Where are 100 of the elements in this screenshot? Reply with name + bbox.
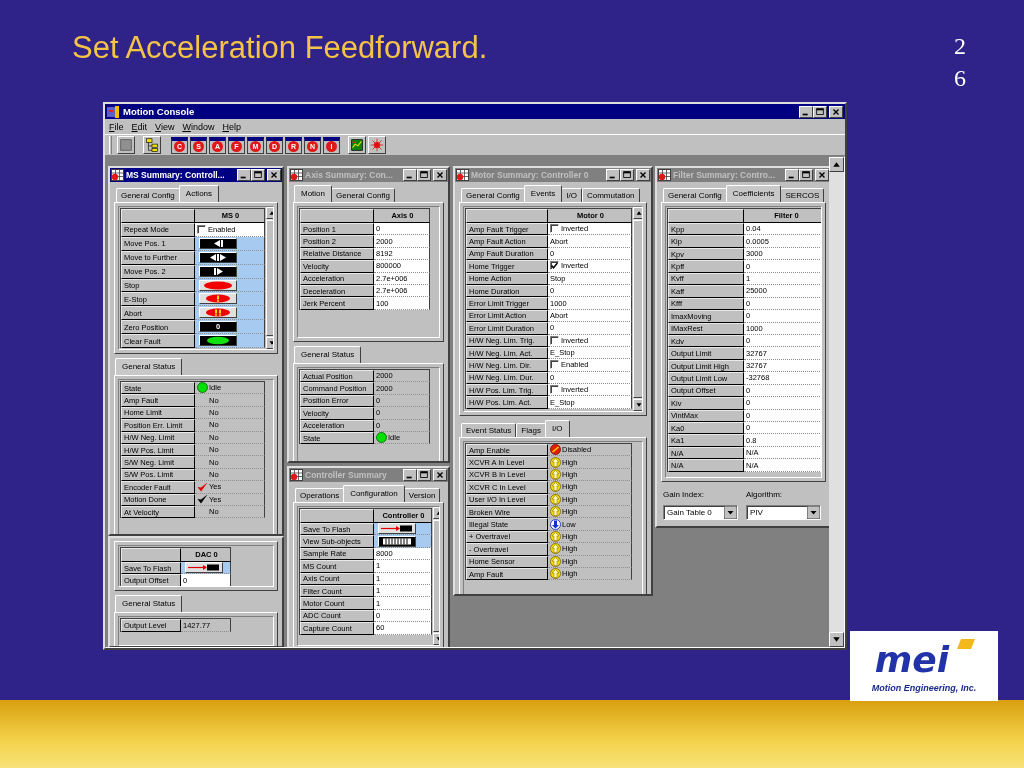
checkbox[interactable] [550,261,559,271]
tab[interactable]: General Config [331,188,395,202]
window-title: Motion Console [123,106,195,117]
minimize-button[interactable] [785,169,799,181]
save-button[interactable] [378,523,416,535]
maximize-button[interactable] [417,469,431,481]
app-icon [107,105,120,118]
tree-button[interactable] [143,136,161,154]
abort-button[interactable] [199,307,237,319]
close-button[interactable] [267,169,281,181]
tab[interactable]: Events [523,185,563,202]
window-title: Axis Summary: Con... [305,170,393,180]
disabled-icon [550,444,561,456]
scroll-up-icon[interactable] [633,207,642,219]
tab[interactable]: I/O [544,420,570,437]
tab[interactable]: General Status [115,358,183,375]
save-button[interactable] [185,562,223,574]
arrow-block-icon [379,524,415,534]
up-arrow-icon [550,493,561,505]
table-icon [456,169,469,181]
tab[interactable]: SERCOS [780,188,825,202]
maximize-button[interactable] [417,169,431,181]
up-arrow-icon [550,530,561,542]
tab[interactable]: I/O [561,188,582,202]
close-button[interactable] [433,469,447,481]
field-label: Algorithm: [746,490,783,499]
arrow-block-icon [186,563,222,573]
scroll-down-icon[interactable] [633,399,642,411]
tab[interactable]: Commutation [581,188,640,202]
burst-button[interactable] [368,136,386,154]
window-title: Filter Summary: Contro... [673,170,775,180]
table-icon [111,169,124,181]
minimize-button[interactable] [403,469,417,481]
tab[interactable]: Coefficients [725,185,782,202]
sub-objects-button[interactable] [378,535,416,547]
scroll-up-icon[interactable] [829,157,844,172]
dropdown-arrow-icon [807,506,820,519]
tab[interactable]: Configuration [343,485,405,502]
window-title: Motor Summary: Controller 0 [471,170,589,180]
checkbox[interactable] [550,335,559,345]
tab[interactable]: General Status [115,595,183,612]
window-title-bar[interactable]: MS Summary: Controll... [110,168,282,182]
up-arrow-icon [550,543,561,555]
slide-title: Set Acceleration Feedforward. [72,30,488,66]
menu-item[interactable]: Window [182,121,215,132]
chart-button[interactable] [348,136,366,154]
maximize-button[interactable] [620,169,634,181]
close-button[interactable] [636,169,650,181]
close-button[interactable] [815,169,829,181]
tab[interactable]: General Status [294,346,362,363]
minimize-button[interactable] [403,169,417,181]
square-button[interactable] [117,136,135,154]
checkbox[interactable] [550,385,559,395]
checkbox[interactable] [197,224,206,234]
right-arrow-icon [213,267,223,275]
dropdown[interactable]: PIV [746,505,821,520]
maximize-button[interactable] [813,105,827,118]
close-button[interactable] [433,169,447,181]
toolbar-grip[interactable] [109,136,112,154]
swoosh-icon [957,639,976,649]
move-right-button[interactable] [199,265,237,277]
scroll-down-icon[interactable] [829,632,844,647]
up-arrow-icon [550,456,561,468]
dropdown[interactable]: Gain Table 0 [663,505,738,520]
minimize-button[interactable] [606,169,620,181]
down-arrow-icon [550,518,561,530]
menu-item[interactable]: File [109,121,124,132]
menu-item[interactable]: View [155,121,175,132]
stop-button[interactable] [199,279,237,291]
checkbox[interactable] [550,224,559,234]
tab[interactable]: Actions [178,185,220,202]
company-logo: mei [873,639,951,681]
company-name: Motion Engineering, Inc. [871,683,977,693]
left-arrow-icon [213,239,223,247]
up-arrow-icon [550,481,561,493]
table-cell [121,548,181,562]
table-icon [290,169,303,181]
menu-item[interactable]: Help [222,121,241,132]
menu-item[interactable]: Edit [131,121,148,132]
up-arrow-icon [550,506,561,518]
move-left-button[interactable] [199,237,237,249]
minimize-button[interactable] [799,105,813,118]
window-title: MS Summary: Controll... [126,170,225,180]
window-title-bar[interactable]: Motion Console [105,104,845,119]
e-stop-button[interactable] [199,293,237,305]
maximize-button[interactable] [251,169,265,181]
up-arrow-icon [550,568,561,580]
scrollbar[interactable] [829,157,844,647]
maximize-button[interactable] [799,169,813,181]
close-button[interactable] [829,105,843,118]
page-number: 26 [954,32,966,94]
clear-fault-button[interactable] [199,335,237,347]
tab[interactable]: Motion [294,185,332,202]
dropdown-arrow-icon [724,506,737,519]
move-both-button[interactable] [199,251,237,263]
tab[interactable]: Version [403,488,441,502]
window-title: Controller Summary [305,470,387,480]
minimize-button[interactable] [237,169,251,181]
tab[interactable]: Event Status [461,423,517,437]
checkbox[interactable] [550,360,559,370]
